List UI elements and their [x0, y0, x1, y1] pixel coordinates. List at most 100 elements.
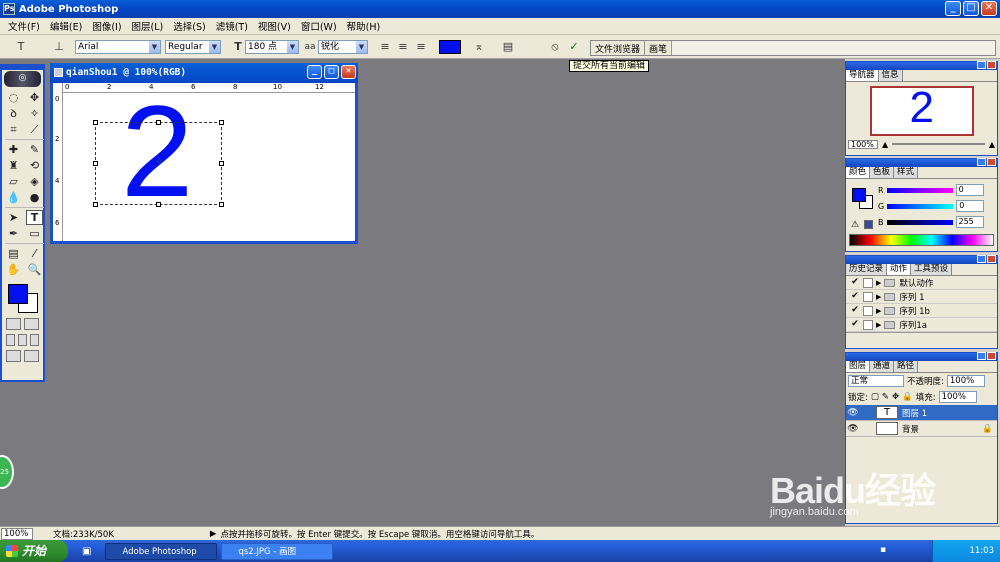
transform-handle[interactable]: [219, 202, 224, 207]
font-style-select[interactable]: Regular ▼: [165, 40, 221, 54]
color-fg-swatch[interactable]: [852, 188, 866, 202]
jump-to-imageready-button[interactable]: [6, 350, 21, 362]
text-orientation-icon[interactable]: ⊥: [52, 40, 66, 54]
quickmask-mode-button[interactable]: [24, 318, 39, 330]
red-value[interactable]: 0: [955, 184, 984, 196]
transform-handle[interactable]: [219, 161, 224, 166]
font-family-select[interactable]: Arial ▼: [75, 40, 161, 54]
zoom-slider[interactable]: [892, 143, 985, 145]
hand-tool-icon[interactable]: ✋: [5, 262, 22, 277]
navigator-zoom-field[interactable]: 100%: [848, 139, 878, 149]
eraser-tool-icon[interactable]: ▱: [5, 174, 22, 189]
magic-wand-icon[interactable]: ✧: [26, 106, 43, 121]
transform-handle[interactable]: [219, 120, 224, 125]
foreground-color[interactable]: [8, 284, 28, 304]
panel-close-icon[interactable]: [987, 352, 996, 360]
panel-minimize-icon[interactable]: [977, 352, 986, 360]
tab-color[interactable]: 颜色: [846, 167, 871, 178]
tab-paths[interactable]: 路径: [894, 361, 919, 372]
image-canvas[interactable]: 2 ✧: [64, 86, 355, 241]
healing-brush-icon[interactable]: ✚: [5, 142, 22, 157]
menu-image[interactable]: 图像(I): [87, 19, 126, 33]
blend-mode-select[interactable]: 正常: [848, 375, 904, 387]
green-slider[interactable]: [887, 203, 954, 209]
action-set-row[interactable]: ✔ ▶ 序列 1: [846, 290, 997, 304]
palettes-toggle-icon[interactable]: ▤: [501, 40, 515, 54]
lock-position-icon[interactable]: ✥: [892, 392, 899, 402]
zoom-field[interactable]: 100%: [1, 527, 33, 540]
tray-arrow-icon[interactable]: ▪: [880, 545, 886, 555]
blue-value[interactable]: 255: [955, 216, 984, 228]
zoom-tool-icon[interactable]: 🔍: [26, 262, 43, 277]
dialog-toggle[interactable]: [863, 305, 873, 316]
imageready-icon[interactable]: [24, 350, 39, 362]
pen-tool-icon[interactable]: ✒: [5, 226, 22, 241]
panel-close-icon[interactable]: [987, 255, 996, 263]
blur-tool-icon[interactable]: 💧: [5, 190, 22, 205]
action-set-row[interactable]: ✔ ▶ 默认动作: [846, 276, 997, 290]
expand-triangle-icon[interactable]: ▶: [876, 279, 881, 287]
type-tool-preset-icon[interactable]: T: [14, 40, 28, 54]
slice-tool-icon[interactable]: ⟋: [26, 122, 43, 137]
type-tool-icon[interactable]: T: [26, 210, 43, 225]
menu-view[interactable]: 视图(V): [253, 19, 296, 33]
warp-text-icon[interactable]: ⌅: [472, 40, 486, 54]
action-set-row[interactable]: ✔ ▶ 序列1a: [846, 318, 997, 332]
transform-handle[interactable]: [93, 120, 98, 125]
history-brush-icon[interactable]: ⟲: [26, 158, 43, 173]
layer-row-type[interactable]: 👁 T 图层 1: [846, 405, 997, 421]
eye-icon[interactable]: 👁: [846, 424, 860, 434]
tab-history[interactable]: 历史记录: [846, 264, 888, 275]
lock-image-icon[interactable]: ✎: [882, 392, 889, 402]
brush-tool-icon[interactable]: ✎: [26, 142, 43, 157]
expand-triangle-icon[interactable]: ▶: [876, 321, 881, 329]
eyedropper-icon[interactable]: ⁄: [26, 246, 43, 261]
paint-bucket-icon[interactable]: ◈: [26, 174, 43, 189]
align-left-icon[interactable]: ≡: [378, 40, 392, 54]
standard-mode-button[interactable]: [6, 318, 21, 330]
path-select-icon[interactable]: ➤: [5, 210, 22, 225]
zoom-out-icon[interactable]: ▲: [882, 140, 888, 149]
layer-row-background[interactable]: 👁 背景 🔒: [846, 421, 997, 437]
lasso-tool-icon[interactable]: ꝺ: [5, 106, 22, 121]
blue-slider[interactable]: [886, 219, 953, 225]
panel-close-icon[interactable]: [987, 61, 996, 69]
menu-window[interactable]: 窗口(W): [296, 19, 342, 33]
screen-mode-3-button[interactable]: [30, 334, 39, 346]
dialog-toggle[interactable]: [863, 291, 873, 302]
menu-filter[interactable]: 滤镜(T): [211, 19, 253, 33]
commit-edit-icon[interactable]: ✓: [567, 40, 581, 54]
fill-field[interactable]: 100%: [938, 391, 977, 403]
doc-maximize-button[interactable]: □: [324, 65, 339, 79]
task-paint[interactable]: qs2.JPG - 画图: [221, 542, 334, 560]
layer-name[interactable]: 图层 1: [902, 407, 927, 419]
menu-help[interactable]: 帮助(H): [342, 19, 386, 33]
tab-channels[interactable]: 通道: [870, 361, 895, 372]
expand-triangle-icon[interactable]: ▶: [876, 307, 881, 315]
menu-file[interactable]: 文件(F): [3, 19, 45, 33]
align-center-icon[interactable]: ≡: [396, 40, 410, 54]
doc-close-button[interactable]: ✕: [341, 65, 356, 79]
dodge-tool-icon[interactable]: ●: [26, 190, 43, 205]
transform-handle[interactable]: [93, 161, 98, 166]
antialias-select[interactable]: 锐化 ▼: [318, 40, 368, 54]
menu-select[interactable]: 选择(S): [168, 19, 210, 33]
transform-handle[interactable]: [93, 202, 98, 207]
eye-icon[interactable]: 👁: [846, 408, 860, 418]
action-set-row[interactable]: ✔ ▶ 序列 1b: [846, 304, 997, 318]
doc-minimize-button[interactable]: _: [307, 65, 322, 79]
dialog-toggle[interactable]: [863, 277, 873, 288]
panel-minimize-icon[interactable]: [977, 255, 986, 263]
tab-layers[interactable]: 图层: [846, 361, 871, 372]
shape-tool-icon[interactable]: ▭: [26, 226, 43, 241]
check-icon[interactable]: ✔: [850, 319, 860, 330]
close-button[interactable]: ✕: [981, 1, 997, 16]
opacity-field[interactable]: 100%: [946, 375, 985, 387]
crop-tool-icon[interactable]: ⌗: [5, 122, 22, 137]
font-size-select[interactable]: 180 点 ▼: [245, 40, 299, 54]
lock-all-icon[interactable]: 🔒: [902, 392, 913, 402]
minimize-button[interactable]: _: [945, 1, 961, 16]
reference-point-icon[interactable]: ✧: [155, 157, 163, 168]
tab-tool-presets[interactable]: 工具预设: [911, 264, 953, 275]
dialog-toggle[interactable]: [863, 319, 873, 330]
